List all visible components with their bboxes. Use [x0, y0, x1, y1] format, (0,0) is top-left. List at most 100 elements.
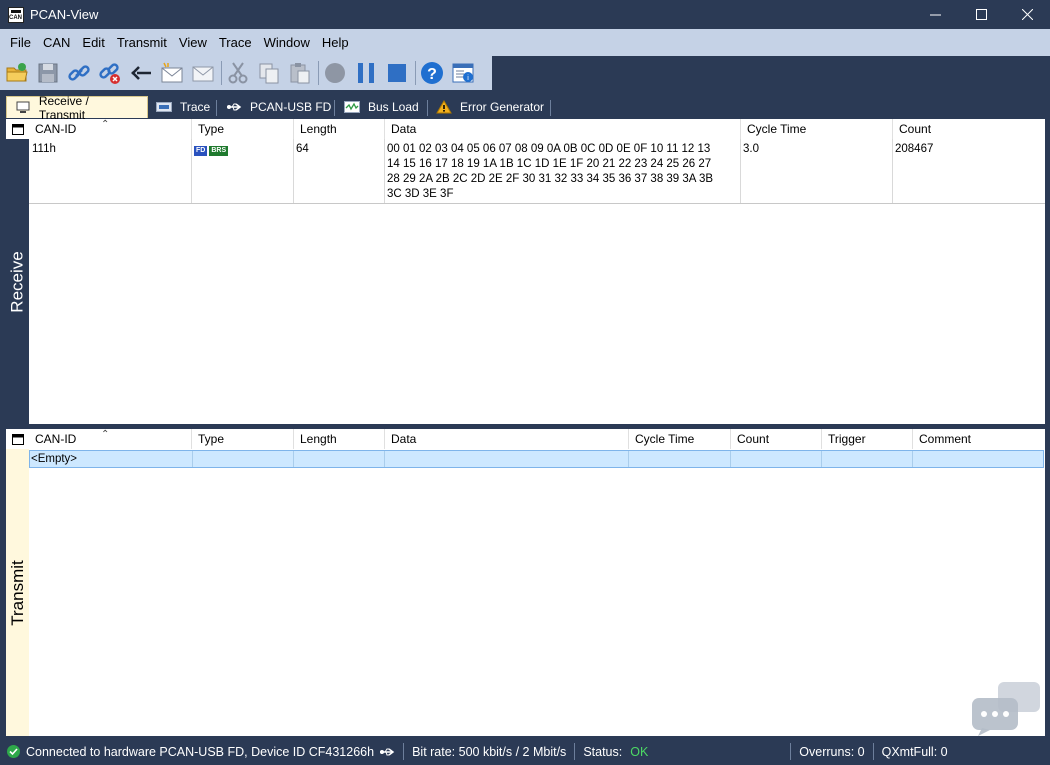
toolbar-separator — [221, 61, 222, 85]
cell-count: 208467 — [895, 143, 934, 155]
toolbar-separator — [318, 61, 319, 85]
connection-text: Connected to hardware PCAN-USB FD, Devic… — [26, 744, 375, 759]
column-header-data[interactable]: Data — [385, 119, 741, 139]
column-header-comment[interactable]: Comment — [913, 429, 1045, 449]
cell-type: FD BRS — [194, 142, 230, 157]
column-header-can-id[interactable]: CAN-ID ⌃ — [29, 429, 192, 449]
tab-divider — [334, 100, 335, 116]
usb-icon — [226, 100, 242, 114]
data-line: 28 29 2A 2B 2C 2D 2E 2F 30 31 32 33 34 3… — [387, 173, 714, 185]
transmit-side-label: Transmit — [7, 559, 27, 626]
window-controls — [912, 0, 1050, 29]
column-header-count[interactable]: Count — [893, 119, 1045, 139]
overruns: Overruns: 0 — [799, 744, 865, 759]
status-separator — [790, 743, 792, 760]
column-header-length[interactable]: Length — [294, 119, 385, 139]
disconnect-icon[interactable] — [97, 60, 123, 86]
app-icon — [8, 6, 24, 23]
tab-receive-transmit[interactable]: Receive / Transmit — [6, 94, 148, 122]
window-title: PCAN-View — [30, 7, 99, 22]
properties-icon[interactable]: i — [450, 60, 476, 86]
warning-icon — [436, 100, 452, 114]
edit-message-icon[interactable] — [190, 60, 216, 86]
record-icon[interactable] — [322, 60, 348, 86]
bitrate: Bit rate: 500 kbit/s / 2 Mbit/s — [412, 744, 567, 759]
tab-label: PCAN-USB FD — [250, 100, 332, 114]
column-chooser-icon[interactable] — [6, 429, 29, 449]
receive-side-label: Receive — [7, 250, 27, 313]
column-header-count[interactable]: Count — [731, 429, 822, 449]
copy-icon[interactable] — [256, 60, 282, 86]
tab-divider — [550, 100, 551, 116]
tab-bus-load[interactable]: Bus Load — [336, 96, 429, 118]
transmit-grid-header: CAN-ID ⌃ Type Length Data Cycle Time Cou… — [29, 429, 1045, 449]
qxmtfull: QXmtFull: 0 — [881, 744, 948, 759]
tab-label: Trace — [180, 100, 211, 114]
tab-bar: Receive / Transmit Trace PCAN-USB FD Bus… — [0, 90, 1050, 122]
cell-cycle-time: 3.0 — [743, 143, 759, 155]
chat-bubble-icon — [970, 680, 1042, 736]
menu-bar: File CAN Edit Transmit View Trace Window… — [0, 29, 1050, 56]
menu-window[interactable]: Window — [258, 35, 316, 50]
menu-transmit[interactable]: Transmit — [111, 35, 173, 50]
status-label: Status: — [583, 744, 623, 759]
toolbar-separator — [415, 61, 416, 85]
tab-label: Error Generator — [460, 100, 545, 114]
connection-status: Connected to hardware PCAN-USB FD, Devic… — [0, 738, 395, 765]
svg-text:?: ? — [427, 66, 437, 83]
bus-status: Status: OK — [583, 738, 648, 765]
cell-can-id: 111h — [32, 143, 56, 155]
column-chooser-icon[interactable] — [6, 119, 29, 139]
table-row-empty[interactable]: <Empty> — [29, 450, 1044, 468]
bus-load-icon — [344, 100, 360, 114]
menu-edit[interactable]: Edit — [76, 35, 110, 50]
cut-icon[interactable] — [225, 60, 251, 86]
fd-badge: FD — [194, 146, 208, 156]
menu-can[interactable]: CAN — [37, 35, 76, 50]
tab-trace[interactable]: Trace — [148, 96, 220, 118]
paste-icon[interactable] — [287, 60, 313, 86]
menu-file[interactable]: File — [4, 35, 37, 50]
save-icon[interactable] — [35, 60, 61, 86]
column-header-can-id[interactable]: CAN-ID ⌃ — [29, 119, 192, 139]
connect-icon[interactable] — [66, 60, 92, 86]
menu-view[interactable]: View — [173, 35, 213, 50]
data-line: 14 15 16 17 18 19 1A 1B 1C 1D 1E 1F 20 2… — [387, 158, 712, 170]
empty-placeholder: <Empty> — [31, 453, 78, 465]
transmit-grid: CAN-ID ⌃ Type Length Data Cycle Time Cou… — [29, 429, 1045, 736]
status-separator — [403, 743, 405, 760]
title-bar: PCAN-View — [0, 0, 1050, 29]
status-separator — [574, 743, 576, 760]
receive-side-panel: Receive — [6, 139, 29, 424]
data-line: 3C 3D 3E 3F — [387, 188, 454, 200]
pause-icon[interactable] — [353, 60, 379, 86]
column-header-cycle-time[interactable]: Cycle Time — [741, 119, 893, 139]
help-icon[interactable]: ? — [419, 60, 445, 86]
new-message-icon[interactable] — [159, 60, 185, 86]
stop-icon[interactable] — [384, 60, 410, 86]
column-header-length[interactable]: Length — [294, 429, 385, 449]
status-bar: Connected to hardware PCAN-USB FD, Devic… — [0, 738, 1050, 765]
monitor-icon — [15, 101, 31, 115]
receive-grid: CAN-ID ⌃ Type Length Data Cycle Time Cou… — [29, 119, 1045, 424]
maximize-icon[interactable] — [958, 0, 1004, 29]
menu-help[interactable]: Help — [316, 35, 355, 50]
column-header-type[interactable]: Type — [192, 429, 294, 449]
toolbar: ? i — [0, 56, 1050, 90]
column-header-type[interactable]: Type — [192, 119, 294, 139]
menu-trace[interactable]: Trace — [213, 35, 258, 50]
close-icon[interactable] — [1004, 0, 1050, 29]
open-folder-icon[interactable] — [4, 60, 30, 86]
reset-icon[interactable] — [128, 60, 154, 86]
column-header-trigger[interactable]: Trigger — [822, 429, 913, 449]
column-header-data[interactable]: Data — [385, 429, 629, 449]
tab-divider — [216, 100, 217, 116]
status-value: OK — [630, 744, 649, 759]
tab-pcan-usb-fd[interactable]: PCAN-USB FD — [218, 96, 341, 118]
usb-icon — [379, 746, 395, 758]
minimize-icon[interactable] — [912, 0, 958, 29]
cell-length: 64 — [296, 143, 309, 155]
tab-error-generator[interactable]: Error Generator — [428, 96, 554, 118]
status-separator — [872, 743, 874, 760]
column-header-cycle-time[interactable]: Cycle Time — [629, 429, 731, 449]
